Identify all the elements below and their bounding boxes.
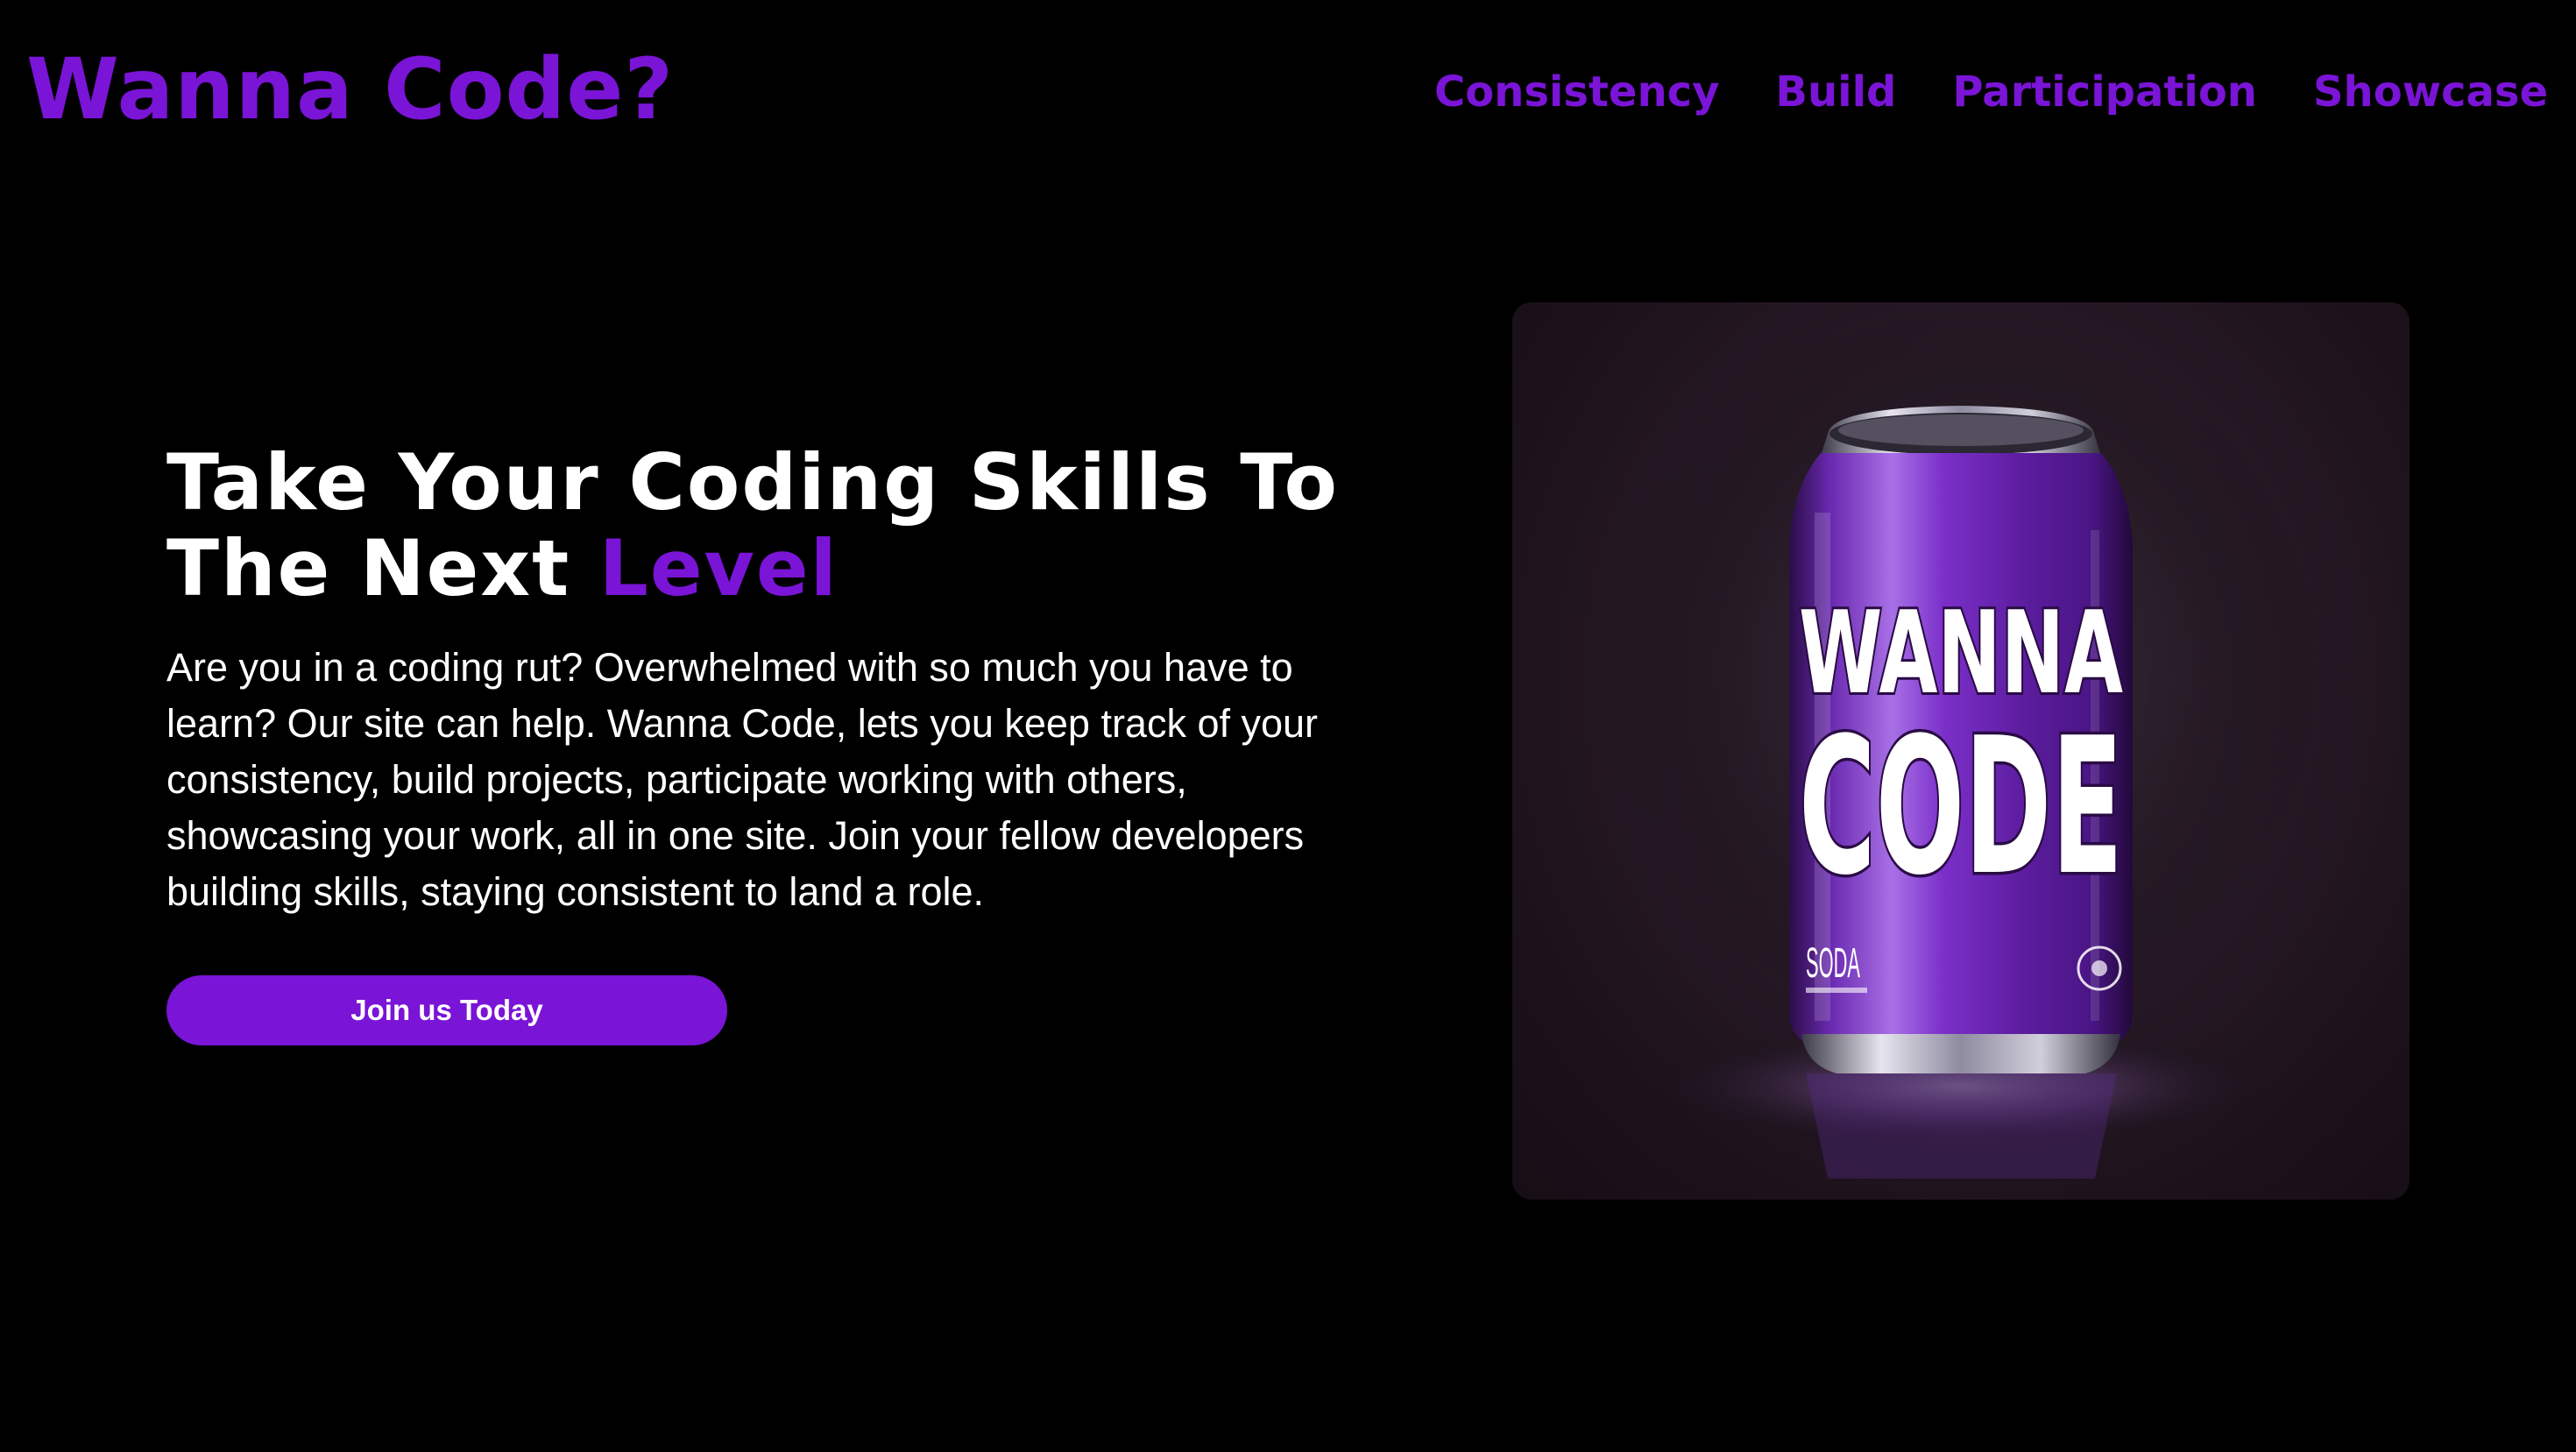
- nav-link-consistency[interactable]: Consistency: [1434, 61, 1719, 123]
- nav-link-participation[interactable]: Participation: [1952, 61, 2257, 123]
- hero-title-accent: Level: [598, 523, 839, 613]
- join-us-button[interactable]: Join us Today: [166, 975, 727, 1045]
- nav-link-showcase[interactable]: Showcase: [2313, 61, 2548, 123]
- site-logo[interactable]: Wanna Code?: [26, 37, 674, 142]
- can-emblem-center: [2091, 960, 2107, 976]
- hero-title-line2-prefix: The Next: [166, 523, 599, 613]
- can-bottom-ring: [1801, 1034, 2120, 1073]
- hero-title-line1: Take Your Coding Skills To: [166, 437, 1340, 528]
- nav-link-build[interactable]: Build: [1775, 61, 1896, 123]
- can-text-soda: SODA: [1806, 940, 1860, 987]
- soda-can-illustration: WANNA CODE SODA: [1593, 302, 2329, 1179]
- soda-can-image: WANNA CODE SODA: [1512, 302, 2410, 1200]
- landing-page: Wanna Code? Consistency Build Participat…: [0, 0, 2576, 1452]
- hero-description: Are you in a coding rut? Overwhelmed wit…: [166, 645, 1319, 914]
- can-lid-inner: [1838, 414, 2084, 446]
- can-reflection: [1806, 1073, 2117, 1179]
- can-small-print: [1806, 988, 1867, 993]
- main-nav: Consistency Build Participation Showcase: [1434, 61, 2548, 123]
- hero-title: Take Your Coding Skills To The Next Level: [166, 440, 1463, 612]
- site-header: Wanna Code? Consistency Build Participat…: [0, 0, 2576, 184]
- can-text-code: CODE: [1799, 697, 2123, 917]
